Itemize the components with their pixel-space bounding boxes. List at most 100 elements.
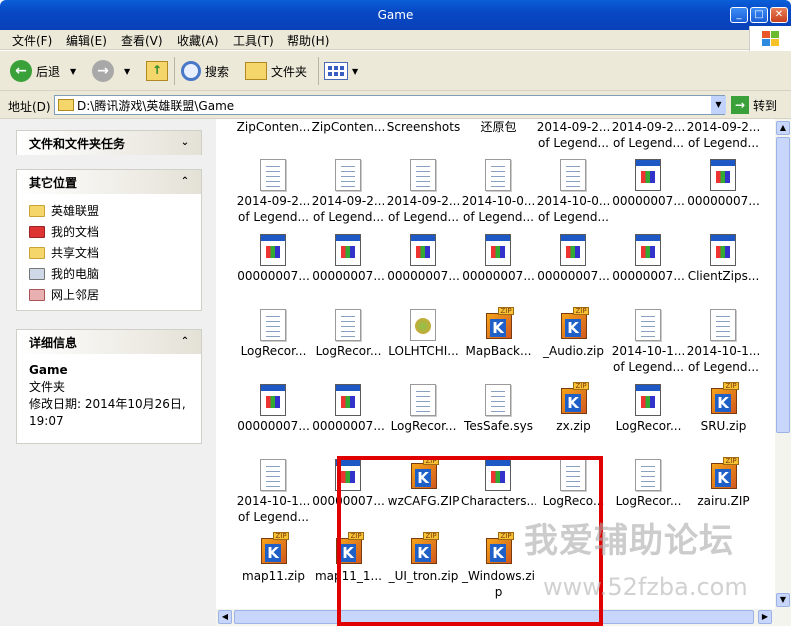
file-name: LogRecor...: [390, 419, 457, 433]
file-name: MapBack...: [465, 344, 532, 358]
back-arrow-icon: ←: [10, 60, 32, 82]
address-value: D:\腾讯游戏\英雄联盟\Game: [77, 98, 235, 113]
file-item[interactable]: 2014-10-1... of Legend...: [236, 457, 311, 527]
file-item[interactable]: LogRecor...: [386, 382, 461, 452]
file-item[interactable]: K ZIP MapBack...: [461, 307, 536, 377]
menu-help[interactable]: 帮助(H): [287, 32, 329, 49]
other-place-link[interactable]: 我的文档: [17, 221, 201, 242]
menu-bar: 文件(F) 编辑(E) 查看(V) 收藏(A) 工具(T) 帮助(H): [0, 30, 791, 50]
search-button[interactable]: 搜索: [181, 58, 229, 84]
image-file-icon: [410, 309, 436, 341]
expand-icon[interactable]: ⌄: [177, 135, 193, 151]
folder-icon: [58, 99, 74, 111]
file-name: 00000007...: [237, 419, 310, 433]
folders-button[interactable]: 文件夹: [245, 58, 307, 84]
executable-icon: [635, 384, 661, 416]
go-arrow-icon: →: [731, 96, 749, 114]
file-item[interactable]: K ZIP SRU.zip: [686, 382, 761, 452]
file-name-line2: of Legend...: [688, 136, 759, 150]
forward-dropdown-icon[interactable]: ▼: [124, 67, 130, 76]
other-place-link[interactable]: 共享文档: [17, 242, 201, 263]
other-place-link[interactable]: 英雄联盟: [17, 200, 201, 221]
file-item[interactable]: 2014-09-2... of Legend...: [386, 157, 461, 227]
file-item[interactable]: 00000007...: [686, 157, 761, 227]
vertical-scroll-thumb[interactable]: [776, 137, 790, 433]
file-name: 2014-10-1...: [686, 344, 761, 358]
file-name: 00000007...: [312, 419, 385, 433]
file-name: 还原包: [480, 120, 517, 134]
file-item[interactable]: LOLHTCHI...: [386, 307, 461, 377]
address-input[interactable]: D:\腾讯游戏\英雄联盟\Game: [54, 95, 725, 115]
collapse-icon[interactable]: ⌃: [177, 334, 193, 350]
file-name: LogRecor...: [615, 494, 682, 508]
up-folder-button[interactable]: ↑: [146, 58, 168, 84]
watermark-text: 我爱辅助论坛: [524, 521, 734, 561]
my-computer-icon: [29, 267, 45, 280]
file-item[interactable]: 00000007...: [386, 232, 461, 302]
scroll-up-icon[interactable]: ▲: [776, 121, 790, 135]
file-item[interactable]: K ZIP _Audio.zip: [536, 307, 611, 377]
address-dropdown-icon[interactable]: ▼: [711, 96, 726, 114]
details-header[interactable]: 详细信息 ⌃: [17, 330, 201, 354]
file-item[interactable]: ClientZips...: [686, 232, 761, 302]
file-name: 00000007...: [462, 269, 535, 283]
close-button[interactable]: ✕: [770, 7, 788, 23]
document-icon: [635, 459, 661, 491]
file-item[interactable]: 2014-09-2... of Legend...: [236, 157, 311, 227]
menu-edit[interactable]: 编辑(E): [66, 32, 107, 49]
file-name: Screenshots: [386, 120, 461, 134]
file-name: 2014-10-0...: [461, 194, 536, 208]
file-item[interactable]: LogRecor...: [611, 382, 686, 452]
file-item[interactable]: 2014-10-0... of Legend...: [461, 157, 536, 227]
file-name-line2: of Legend...: [238, 510, 309, 524]
scroll-right-icon[interactable]: ▶: [758, 610, 772, 624]
file-name: 2014-09-2...: [236, 194, 311, 208]
scroll-down-icon[interactable]: ▼: [776, 593, 790, 607]
other-place-label: 共享文档: [51, 246, 100, 260]
file-item[interactable]: 2014-10-0... of Legend...: [536, 157, 611, 227]
file-item[interactable]: 00000007...: [236, 232, 311, 302]
maximize-button[interactable]: □: [750, 7, 768, 23]
file-item[interactable]: 00000007...: [536, 232, 611, 302]
file-item[interactable]: LogRecor...: [311, 307, 386, 377]
address-bar: 地址(D) D:\腾讯游戏\英雄联盟\Game ▼ → 转到: [0, 91, 791, 119]
collapse-icon[interactable]: ⌃: [177, 174, 193, 190]
file-item[interactable]: 00000007...: [311, 382, 386, 452]
file-name: 2014-09-2...: [536, 120, 611, 134]
title-bar[interactable]: Game _ □ ✕: [0, 0, 791, 30]
file-item[interactable]: K ZIP map11.zip: [236, 532, 311, 602]
file-item[interactable]: 00000007...: [311, 232, 386, 302]
file-name-line2: of Legend...: [313, 210, 384, 224]
back-dropdown-icon[interactable]: ▼: [70, 67, 76, 76]
back-button[interactable]: ← 后退 ▼: [10, 58, 76, 84]
file-tasks-header[interactable]: 文件和文件夹任务 ⌄: [17, 131, 201, 155]
file-item[interactable]: LogRecor...: [236, 307, 311, 377]
file-item[interactable]: 00000007...: [611, 157, 686, 227]
menu-favorites[interactable]: 收藏(A): [177, 32, 219, 49]
other-places-header[interactable]: 其它位置 ⌃: [17, 170, 201, 194]
file-item[interactable]: 00000007...: [461, 232, 536, 302]
forward-button[interactable]: → ▼: [92, 58, 130, 84]
file-item[interactable]: 00000007...: [236, 382, 311, 452]
vertical-scrollbar[interactable]: ▲ ▼: [775, 119, 791, 626]
scroll-left-icon[interactable]: ◀: [218, 610, 232, 624]
other-place-label: 网上邻居: [51, 288, 100, 302]
file-item[interactable]: K ZIP zx.zip: [536, 382, 611, 452]
file-item[interactable]: 2014-10-1... of Legend...: [611, 307, 686, 377]
file-item[interactable]: TesSafe.sys: [461, 382, 536, 452]
folder-icon: [29, 204, 45, 217]
menu-view[interactable]: 查看(V): [121, 32, 163, 49]
file-name: 00000007...: [312, 269, 385, 283]
views-button[interactable]: ▼: [324, 58, 358, 84]
other-place-link[interactable]: 我的电脑: [17, 263, 201, 284]
menu-file[interactable]: 文件(F): [12, 32, 52, 49]
file-name: ZipConten...: [311, 120, 386, 134]
other-place-link[interactable]: 网上邻居: [17, 284, 201, 305]
go-button[interactable]: → 转到: [731, 96, 777, 114]
menu-tools[interactable]: 工具(T): [233, 32, 274, 49]
file-item[interactable]: 2014-09-2... of Legend...: [311, 157, 386, 227]
details-name: Game: [29, 363, 68, 377]
file-item[interactable]: 00000007...: [611, 232, 686, 302]
minimize-button[interactable]: _: [730, 7, 748, 23]
file-item[interactable]: 2014-10-1... of Legend...: [686, 307, 761, 377]
